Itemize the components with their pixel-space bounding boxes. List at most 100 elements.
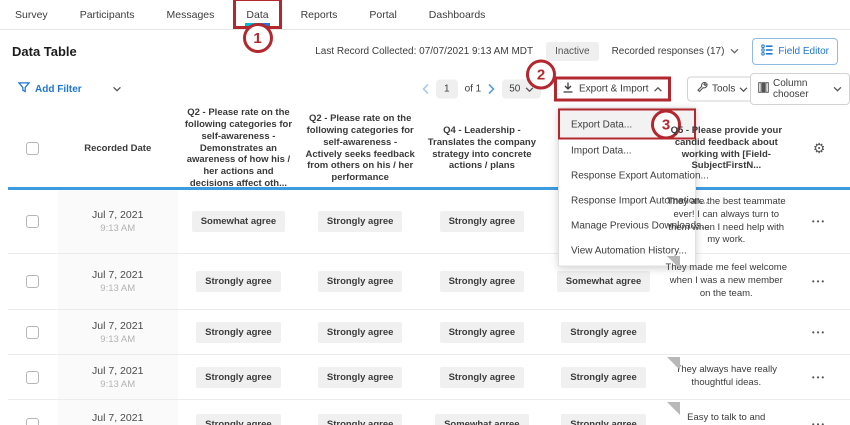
- answer-cell-q2b: Strongly agree: [299, 254, 421, 309]
- table-row: Jul 7, 2021 9:13 AM Strongly agree Stron…: [8, 355, 850, 400]
- time-text: 9:13 AM: [100, 223, 136, 234]
- date-text: Jul 7, 2021: [92, 319, 144, 332]
- recorded-responses-dropdown[interactable]: Recorded responses (17): [612, 46, 740, 57]
- add-filter-button[interactable]: Add Filter: [17, 82, 82, 96]
- table-header-row: Recorded Date Q2 - Please rate on the fo…: [8, 107, 850, 190]
- nav-tab-messages[interactable]: Messages: [160, 0, 222, 29]
- nav-tab-dashboards[interactable]: Dashboards: [422, 0, 493, 29]
- add-filter-chevron[interactable]: [112, 86, 122, 92]
- page-size-selector[interactable]: 50: [502, 79, 542, 99]
- column-chooser-button[interactable]: Column chooser: [750, 73, 850, 105]
- answer-cell-q2b: Strongly agree: [299, 310, 421, 354]
- answer-cell-q2b: Strongly agree: [299, 400, 421, 425]
- table-row: Jul 7, 2021 9:13 AM Strongly agree Stron…: [8, 400, 850, 425]
- column-chooser-label: Column chooser: [773, 78, 809, 100]
- recorded-date-cell: Jul 7, 2021 9:13 AM: [57, 254, 178, 309]
- nav-tab-label: Data: [246, 8, 269, 21]
- date-text: Jul 7, 2021: [92, 364, 144, 377]
- answer-chip: Strongly agree: [317, 414, 403, 425]
- export-import-button[interactable]: Export & Import 2 Export Data... 3 Impor…: [526, 59, 709, 267]
- row-checkbox-cell: [8, 310, 58, 354]
- comment-corner-icon: [667, 256, 681, 269]
- date-text: Jul 7, 2021: [92, 269, 144, 281]
- nav-tab-data[interactable]: Data 1: [233, 0, 282, 53]
- page-size-value: 50: [509, 83, 521, 95]
- recorded-date-cell: Jul 7, 2021 9:13 AM: [57, 190, 178, 253]
- header-q5-feedback: Q5 - Please provide your candid feedback…: [670, 124, 783, 172]
- answer-cell-q4: Strongly agree: [421, 254, 543, 309]
- next-page-icon[interactable]: [488, 83, 495, 95]
- page-header: Data Table Last Record Collected: 07/07/…: [0, 30, 850, 66]
- comment-corner-icon: [667, 357, 681, 370]
- row-checkbox-cell: [8, 355, 58, 399]
- tools-button[interactable]: Tools: [687, 76, 758, 102]
- answer-chip: Strongly agree: [317, 366, 403, 388]
- row-checkbox[interactable]: [26, 275, 40, 288]
- feedback-cell: They are the best teammate ever! I can a…: [664, 190, 788, 253]
- row-checkbox[interactable]: [26, 370, 40, 384]
- menu-item-label: Export Data...: [571, 119, 633, 130]
- answer-cell-q2b: Strongly agree: [299, 190, 421, 253]
- answer-cell-q2a: Strongly agree: [178, 355, 300, 399]
- header-q2-feedback-seeking: Q2 - Please rate on the following catego…: [305, 112, 415, 184]
- feedback-text: They made me feel welcome when I was a n…: [665, 262, 787, 299]
- page-of-label: of 1: [464, 83, 482, 95]
- date-text: Jul 7, 2021: [92, 209, 144, 221]
- header-q4-leadership: Q4 - Leadership - Translates the company…: [427, 124, 536, 172]
- row-actions-button[interactable]: •••: [812, 328, 826, 337]
- answer-cell-q2a: Strongly agree: [178, 310, 300, 354]
- pagination: 1 of 1 50: [422, 79, 542, 99]
- answer-cell-q4: Strongly agree: [421, 355, 543, 399]
- answer-chip: Strongly agree: [439, 271, 525, 292]
- chevron-down-icon: [730, 48, 739, 54]
- gear-icon[interactable]: ⚙: [813, 140, 826, 157]
- row-checkbox[interactable]: [26, 418, 40, 425]
- row-checkbox[interactable]: [26, 325, 40, 339]
- page-header-right: Last Record Collected: 07/07/2021 9:13 A…: [315, 37, 838, 65]
- recorded-responses-label: Recorded responses (17): [611, 45, 725, 57]
- answer-chip: Strongly agree: [561, 414, 646, 425]
- row-checkbox-cell: [8, 400, 58, 425]
- page-number-box[interactable]: 1: [436, 79, 458, 99]
- nav-tab-label: Reports: [300, 8, 338, 21]
- answer-chip: Strongly agree: [317, 211, 403, 232]
- answer-chip: Strongly agree: [317, 321, 403, 343]
- row-actions-button[interactable]: •••: [812, 277, 826, 286]
- answer-chip: Strongly agree: [317, 271, 403, 292]
- answer-cell-q4: Somewhat agree: [421, 400, 543, 425]
- answer-chip: Strongly agree: [196, 414, 281, 425]
- recorded-date-cell: Jul 7, 2021 9:13 AM: [57, 355, 178, 399]
- nav-tab-label: Messages: [166, 8, 215, 21]
- answer-chip: Somewhat agree: [556, 271, 651, 292]
- answer-chip: Somewhat agree: [191, 211, 286, 232]
- row-actions-cell: •••: [788, 400, 850, 425]
- table-row: Jul 7, 2021 9:13 AM Strongly agree Stron…: [8, 310, 850, 355]
- feedback-cell: They made me feel welcome when I was a n…: [664, 254, 788, 309]
- answer-chip: Strongly agree: [561, 366, 646, 388]
- date-text: Jul 7, 2021: [92, 412, 144, 424]
- row-actions-cell: •••: [788, 254, 850, 309]
- feedback-cell: [664, 310, 788, 354]
- row-actions-cell: •••: [788, 310, 850, 354]
- row-checkbox-cell: [8, 190, 58, 253]
- field-editor-button[interactable]: Field Editor: [752, 37, 838, 65]
- nav-tab-portal[interactable]: Portal: [362, 0, 403, 29]
- answer-cell-q4: Strongly agree: [421, 310, 543, 354]
- data-table-page: Survey Participants Messages Data 1 Repo…: [0, 0, 850, 425]
- nav-tab-survey[interactable]: Survey: [8, 0, 55, 29]
- last-record-collected: Last Record Collected: 07/07/2021 9:13 A…: [315, 45, 534, 57]
- row-actions-button[interactable]: •••: [812, 373, 826, 382]
- toolbar: Add Filter 1 of 1 50 Export & Import 2 E…: [0, 59, 850, 267]
- select-all-checkbox[interactable]: [26, 142, 40, 155]
- row-actions-button[interactable]: •••: [812, 217, 826, 226]
- previous-page-icon[interactable]: [422, 83, 429, 95]
- time-text: 9:13 AM: [100, 283, 136, 294]
- row-checkbox[interactable]: [26, 215, 40, 228]
- nav-tab-reports[interactable]: Reports: [294, 0, 345, 29]
- nav-tab-participants[interactable]: Participants: [73, 0, 142, 29]
- answer-cell-q2a: Somewhat agree: [178, 190, 300, 253]
- time-text: 9:13 AM: [100, 333, 136, 345]
- feedback-text: They are the best teammate ever! I can a…: [666, 195, 786, 246]
- top-nav: Survey Participants Messages Data 1 Repo…: [0, 0, 850, 53]
- row-actions-button[interactable]: •••: [812, 420, 826, 425]
